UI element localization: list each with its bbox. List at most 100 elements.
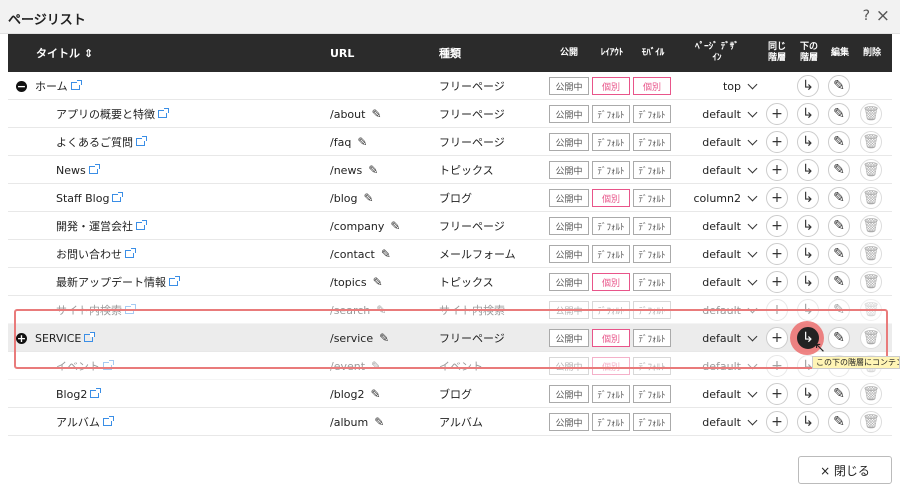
public-toggle-button[interactable]: 公開中 [549, 413, 589, 431]
add-child-button[interactable]: ↳ [797, 243, 819, 265]
edit-url-icon[interactable]: ✎ [357, 135, 367, 149]
page-title-link[interactable]: 開発・運営会社 [56, 218, 133, 234]
collapse-icon[interactable]: − [16, 80, 27, 92]
add-child-button[interactable]: ↳ [797, 383, 819, 405]
edit-page-button[interactable]: ✎ [828, 215, 850, 237]
add-same-level-button[interactable]: + [766, 215, 788, 237]
design-select[interactable]: default [668, 240, 758, 268]
design-select[interactable]: column2 [668, 184, 758, 212]
mobile-toggle-button[interactable]: ﾃﾞﾌｫﾙﾄ [633, 105, 671, 123]
edit-url-icon[interactable]: ✎ [370, 387, 380, 401]
external-link-icon[interactable] [70, 80, 82, 90]
external-link-icon[interactable] [112, 192, 124, 202]
edit-url-icon[interactable]: ✎ [381, 247, 391, 261]
edit-url-icon[interactable]: ✎ [363, 191, 373, 205]
delete-page-button[interactable]: 🗑 [860, 243, 882, 265]
layout-toggle-button[interactable]: ﾃﾞﾌｫﾙﾄ [592, 105, 630, 123]
public-toggle-button[interactable]: 公開中 [549, 245, 589, 263]
delete-page-button[interactable]: 🗑 [860, 187, 882, 209]
layout-toggle-button[interactable]: 個別 [592, 77, 630, 95]
page-title-link[interactable]: お問い合わせ [56, 246, 122, 262]
page-title-link[interactable]: 最新アップデート情報 [56, 274, 166, 290]
layout-toggle-button[interactable]: 個別 [592, 189, 630, 207]
edit-url-icon[interactable]: ✎ [374, 415, 384, 429]
layout-toggle-button[interactable]: ﾃﾞﾌｫﾙﾄ [592, 133, 630, 151]
public-toggle-button[interactable]: 公開中 [549, 105, 589, 123]
mobile-toggle-button[interactable]: 個別 [633, 77, 671, 95]
mobile-toggle-button[interactable]: ﾃﾞﾌｫﾙﾄ [633, 413, 671, 431]
design-select[interactable]: default [668, 268, 758, 296]
edit-page-button[interactable]: ✎ [828, 271, 850, 293]
page-title-link[interactable]: Blog2 [56, 388, 87, 401]
layout-toggle-button[interactable]: ﾃﾞﾌｫﾙﾄ [592, 413, 630, 431]
mobile-toggle-button[interactable]: ﾃﾞﾌｫﾙﾄ [633, 245, 671, 263]
edit-page-button[interactable]: ✎ [828, 187, 850, 209]
layout-toggle-button[interactable]: 個別 [592, 273, 630, 291]
design-select[interactable]: top [668, 72, 758, 100]
page-title-link[interactable]: News [56, 164, 86, 177]
delete-page-button[interactable]: 🗑 [860, 271, 882, 293]
design-select[interactable]: default [668, 100, 758, 128]
mobile-toggle-button[interactable]: ﾃﾞﾌｫﾙﾄ [633, 385, 671, 403]
design-select[interactable]: default [668, 380, 758, 408]
edit-page-button[interactable]: ✎ [828, 103, 850, 125]
public-toggle-button[interactable]: 公開中 [549, 161, 589, 179]
edit-url-icon[interactable]: ✎ [373, 275, 383, 289]
delete-page-button[interactable]: 🗑 [860, 159, 882, 181]
layout-toggle-button[interactable]: ﾃﾞﾌｫﾙﾄ [592, 245, 630, 263]
page-title-link[interactable]: Staff Blog [56, 192, 109, 205]
mobile-toggle-button[interactable]: ﾃﾞﾌｫﾙﾄ [633, 273, 671, 291]
delete-page-button[interactable]: 🗑 [860, 215, 882, 237]
page-title-link[interactable]: アプリの概要と特徴 [56, 106, 155, 122]
external-link-icon[interactable] [136, 220, 147, 230]
page-title-link[interactable]: アルバム [56, 414, 100, 430]
add-same-level-button[interactable]: + [766, 103, 788, 125]
external-link-icon[interactable] [125, 248, 136, 258]
public-toggle-button[interactable]: 公開中 [549, 385, 589, 403]
layout-toggle-button[interactable]: ﾃﾞﾌｫﾙﾄ [592, 385, 630, 403]
design-select[interactable]: default [668, 156, 758, 184]
add-same-level-button[interactable]: + [766, 271, 788, 293]
public-toggle-button[interactable]: 公開中 [549, 133, 589, 151]
add-child-button[interactable]: ↳ [797, 215, 819, 237]
add-same-level-button[interactable]: + [766, 243, 788, 265]
external-link-icon[interactable] [88, 164, 100, 174]
public-toggle-button[interactable]: 公開中 [549, 77, 589, 95]
edit-page-button[interactable]: ✎ [828, 75, 850, 97]
page-title-link[interactable]: よくあるご質問 [56, 134, 133, 150]
mobile-toggle-button[interactable]: ﾃﾞﾌｫﾙﾄ [633, 217, 671, 235]
external-link-icon[interactable] [102, 416, 114, 426]
add-child-button[interactable]: ↳ [797, 103, 819, 125]
add-child-button[interactable]: ↳ [797, 159, 819, 181]
add-same-level-button[interactable]: + [766, 159, 788, 181]
mobile-toggle-button[interactable]: ﾃﾞﾌｫﾙﾄ [633, 161, 671, 179]
external-link-icon[interactable] [169, 276, 180, 286]
delete-page-button[interactable]: 🗑 [860, 383, 882, 405]
public-toggle-button[interactable]: 公開中 [549, 217, 589, 235]
delete-page-button[interactable]: 🗑 [860, 131, 882, 153]
edit-page-button[interactable]: ✎ [828, 159, 850, 181]
public-toggle-button[interactable]: 公開中 [549, 273, 589, 291]
close-icon[interactable]: × [876, 6, 890, 26]
add-same-level-button[interactable]: + [766, 411, 788, 433]
close-button[interactable]: × 閉じる [798, 456, 892, 484]
add-child-button[interactable]: ↳ [797, 411, 819, 433]
design-select[interactable]: default [668, 212, 758, 240]
add-same-level-button[interactable]: + [766, 131, 788, 153]
header-title[interactable]: タイトル ⇕ [36, 34, 156, 72]
add-child-button[interactable]: ↳ [797, 187, 819, 209]
page-title-link[interactable]: ホーム [35, 78, 68, 94]
edit-page-button[interactable]: ✎ [828, 411, 850, 433]
external-link-icon[interactable] [158, 108, 169, 118]
edit-page-button[interactable]: ✎ [828, 383, 850, 405]
edit-page-button[interactable]: ✎ [828, 243, 850, 265]
external-link-icon[interactable] [90, 388, 102, 398]
delete-page-button[interactable]: 🗑 [860, 411, 882, 433]
edit-url-icon[interactable]: ✎ [371, 107, 381, 121]
add-child-button[interactable]: ↳ [797, 75, 819, 97]
design-select[interactable]: default [668, 128, 758, 156]
layout-toggle-button[interactable]: ﾃﾞﾌｫﾙﾄ [592, 217, 630, 235]
add-child-button[interactable]: ↳ [797, 131, 819, 153]
help-icon[interactable]: ? [863, 8, 870, 24]
mobile-toggle-button[interactable]: ﾃﾞﾌｫﾙﾄ [633, 189, 671, 207]
